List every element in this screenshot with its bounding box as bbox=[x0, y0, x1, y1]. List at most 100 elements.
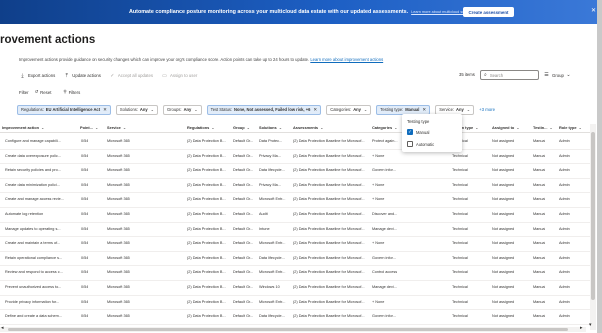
table-row[interactable]: Create and manage access revie... 0/54 M… bbox=[0, 193, 590, 208]
col-assessments[interactable]: Assessments ⌄ bbox=[293, 125, 323, 130]
cell-action[interactable]: Configure and manage capabili... bbox=[5, 139, 77, 143]
cell-action[interactable]: Provide privacy information for... bbox=[5, 300, 77, 304]
chevron-down-icon: ⌄ bbox=[278, 125, 282, 130]
table-row[interactable]: Automate log retention 0/54 Microsoft 36… bbox=[0, 208, 590, 223]
dropdown-title: Testing type bbox=[407, 119, 430, 124]
accept-all-updates-button[interactable]: ✓ Accept all updates bbox=[110, 73, 153, 79]
close-icon[interactable]: ✕ bbox=[103, 107, 107, 113]
col-points[interactable]: Point... ⌄ bbox=[80, 125, 98, 130]
option-manual[interactable]: ✓ Manual bbox=[407, 129, 429, 135]
cell-categories: + None bbox=[372, 197, 385, 202]
col-group[interactable]: Group ⌄ bbox=[233, 125, 250, 130]
col-assigned-to[interactable]: Assigned to ⌄ bbox=[492, 125, 520, 130]
cell-action[interactable]: Create data overexposure polic... bbox=[5, 154, 77, 158]
table-row[interactable]: Create data overexposure polic... 0/54 M… bbox=[0, 150, 590, 165]
col-label: Assessments bbox=[293, 125, 319, 130]
close-icon[interactable]: ✕ bbox=[313, 107, 317, 113]
close-icon[interactable]: ✕ bbox=[422, 107, 426, 113]
cell-testing: Manual bbox=[533, 211, 546, 216]
window-edge bbox=[597, 0, 602, 333]
table-row[interactable]: Manage updates to operating s... 0/54 Mi… bbox=[0, 223, 590, 238]
scroll-left-icon[interactable]: ◂ bbox=[1, 325, 4, 331]
col-service[interactable]: Service ⌄ bbox=[107, 125, 126, 130]
close-icon[interactable]: ✕ bbox=[591, 7, 596, 14]
chevron-down-icon: ⌄ bbox=[122, 125, 127, 130]
cell-points: 0/54 bbox=[81, 241, 89, 246]
checkbox-unchecked[interactable] bbox=[407, 141, 413, 147]
cell-action[interactable]: Review and respond to access c... bbox=[5, 270, 77, 274]
more-filters-link[interactable]: +3 more bbox=[479, 107, 495, 112]
chip-testing-type[interactable]: Testing type: Manual ✕ bbox=[376, 104, 431, 115]
testing-type-dropdown: Testing type ✓ Manual Automatic bbox=[402, 114, 462, 152]
table-row[interactable]: Configure and manage capabili... 0/54 Mi… bbox=[0, 135, 590, 150]
horizontal-scrollbar[interactable] bbox=[0, 327, 586, 332]
create-assessment-button[interactable]: Create assessment bbox=[463, 7, 514, 17]
col-solutions[interactable]: Solutions ⌄ bbox=[259, 125, 282, 130]
chip-test-status[interactable]: Test Status: None, Not assessed, Failed l… bbox=[206, 104, 322, 115]
cell-categories: Govern infor... bbox=[372, 255, 396, 260]
cell-action[interactable]: Manage updates to operating s... bbox=[5, 227, 77, 231]
option-automatic[interactable]: Automatic bbox=[407, 141, 434, 147]
table-row[interactable]: Review and respond to access c... 0/54 M… bbox=[0, 266, 590, 281]
cell-categories: + None bbox=[372, 153, 385, 158]
table-row[interactable]: Retain operational compliance s... 0/54 … bbox=[0, 252, 590, 267]
checkbox-checked[interactable]: ✓ bbox=[407, 129, 413, 135]
col-testing[interactable]: Testin... ⌄ bbox=[533, 125, 553, 130]
filters-button[interactable]: ⚲ Filters bbox=[63, 89, 86, 95]
table-row[interactable]: Prevent unauthorized access to... 0/54 M… bbox=[0, 281, 590, 296]
scroll-down-icon[interactable]: ▾ bbox=[589, 322, 592, 328]
chevron-down-icon: ⌄ bbox=[40, 125, 45, 130]
page-title: rovement actions bbox=[0, 34, 96, 46]
scroll-right-icon[interactable]: ▸ bbox=[580, 325, 583, 331]
reset-button[interactable]: ↺ Reset bbox=[35, 89, 58, 95]
assign-to-user-button[interactable]: ▭ Assign to user bbox=[162, 73, 197, 79]
table-row[interactable]: Create and maintain a terms of... 0/54 M… bbox=[0, 237, 590, 252]
cell-action[interactable]: Retain operational compliance s... bbox=[5, 256, 77, 260]
cell-action[interactable]: Create and manage access revie... bbox=[5, 197, 77, 201]
top-banner: Automate compliance posture monitoring a… bbox=[0, 0, 602, 24]
cell-action-type: Technical bbox=[452, 197, 468, 202]
chip-value: Any bbox=[183, 107, 192, 112]
cell-action[interactable]: Create data minimization polici... bbox=[5, 183, 77, 187]
table-row[interactable]: Define and create a data schem... 0/54 M… bbox=[0, 310, 590, 325]
cell-categories: Control access bbox=[372, 270, 398, 275]
cell-assessments: (2) Data Protection Baseline for Microso… bbox=[293, 182, 365, 187]
scrollbar-thumb[interactable] bbox=[591, 132, 595, 300]
chip-solutions[interactable]: Solutions: Any ⌄ bbox=[115, 104, 158, 115]
table-row[interactable]: Create data minimization polici... 0/54 … bbox=[0, 179, 590, 194]
table-row[interactable]: Retain security policies and pro... 0/54… bbox=[0, 164, 590, 179]
cell-action[interactable]: Create and maintain a terms of... bbox=[5, 241, 77, 245]
cell-group: Default Gr... bbox=[233, 139, 254, 143]
chip-service[interactable]: Service: Any ⌄ bbox=[435, 104, 475, 115]
col-label: Group bbox=[233, 125, 245, 130]
cell-action[interactable]: Automate log retention bbox=[5, 212, 77, 216]
scrollbar-thumb[interactable] bbox=[8, 328, 568, 331]
cell-service: Microsoft 365 bbox=[107, 197, 130, 202]
cell-solutions: Data lifecycle... bbox=[259, 314, 285, 319]
export-actions-button[interactable]: ⤓ Export actions bbox=[20, 73, 55, 79]
search-input[interactable]: ⌕ Search bbox=[480, 70, 539, 80]
col-role-type[interactable]: Role type ⌄ bbox=[559, 125, 582, 130]
cell-action[interactable]: Define and create a data schem... bbox=[5, 314, 77, 318]
group-button[interactable]: ☰ Group ⌄ bbox=[544, 72, 571, 78]
cell-action-type: Technical bbox=[452, 299, 468, 304]
cell-role: Admin bbox=[559, 270, 570, 275]
table-row[interactable]: Provide privacy information for... 0/54 … bbox=[0, 296, 590, 311]
cell-action[interactable]: Retain security policies and pro... bbox=[5, 168, 77, 172]
chip-categories[interactable]: Categories: Any ⌄ bbox=[326, 104, 372, 115]
check-icon: ✓ bbox=[110, 72, 115, 79]
cell-action[interactable]: Prevent unauthorized access to... bbox=[5, 285, 77, 289]
chip-groups[interactable]: Groups: Any ⌄ bbox=[163, 104, 202, 115]
vertical-scrollbar[interactable] bbox=[590, 124, 596, 330]
col-regulations[interactable]: Regulations ⌄ bbox=[187, 125, 215, 130]
learn-more-improvement-actions-link[interactable]: Learn more about improvement actions bbox=[310, 57, 383, 62]
chevron-down-icon: ⌄ bbox=[566, 72, 571, 78]
update-actions-button[interactable]: ⤒ Update actions bbox=[64, 73, 101, 79]
col-improvement-action[interactable]: Improvement action ⌄ bbox=[2, 125, 44, 130]
chip-regulations[interactable]: Regulations: EU Artificial Intelligence A… bbox=[17, 104, 111, 115]
cell-role: Admin bbox=[559, 153, 570, 158]
chip-value: Any bbox=[139, 107, 148, 112]
cell-assessments: (2) Data Protection Baseline for Microso… bbox=[293, 226, 365, 231]
export-actions-label: Export actions bbox=[28, 73, 56, 78]
col-categories[interactable]: Categories ⌄ bbox=[372, 125, 397, 130]
